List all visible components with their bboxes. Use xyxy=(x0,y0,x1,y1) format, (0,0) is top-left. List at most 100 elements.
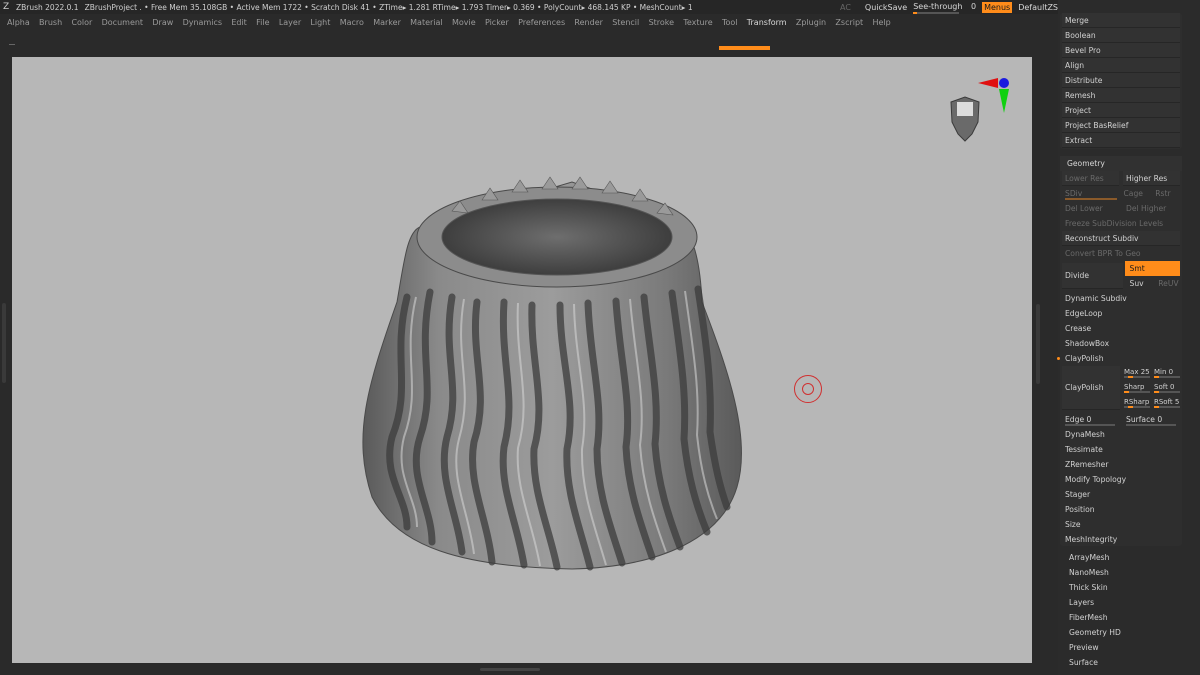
menu-dynamics[interactable]: Dynamics xyxy=(183,18,222,27)
menu-stroke[interactable]: Stroke xyxy=(649,18,675,27)
distribute-button[interactable]: Distribute xyxy=(1062,73,1180,88)
active-dot-icon xyxy=(1057,357,1060,360)
subpalette-nanomesh[interactable]: NanoMesh xyxy=(1060,565,1182,580)
menu-help[interactable]: Help xyxy=(873,18,891,27)
zbrush-logo-icon: Z xyxy=(3,2,10,12)
menu-transform[interactable]: Transform xyxy=(747,18,787,27)
zremesher-button[interactable]: ZRemesher xyxy=(1060,457,1182,472)
menu-edit[interactable]: Edit xyxy=(231,18,247,27)
tessimate-button[interactable]: Tessimate xyxy=(1060,442,1182,457)
menu-stencil[interactable]: Stencil xyxy=(612,18,639,27)
rsharp-slider[interactable]: RSharp xyxy=(1124,398,1150,408)
sharp-slider[interactable]: Sharp xyxy=(1124,383,1150,393)
menu-light[interactable]: Light xyxy=(310,18,330,27)
rsoft-slider[interactable]: RSoft 5 xyxy=(1154,398,1180,408)
boolean-button[interactable]: Boolean xyxy=(1062,28,1180,43)
min-slider[interactable]: Min 0 xyxy=(1154,368,1180,378)
subpalette-fibermesh[interactable]: FiberMesh xyxy=(1060,610,1182,625)
menu-color[interactable]: Color xyxy=(71,18,92,27)
meshintegrity-button[interactable]: MeshIntegrity xyxy=(1060,532,1182,547)
status-text: ZBrushProject . • Free Mem 35.108GB • Ac… xyxy=(84,2,693,12)
vase-model xyxy=(362,176,743,571)
convert-bpr-button[interactable]: Convert BPR To Geo xyxy=(1060,246,1182,261)
menu-draw[interactable]: Draw xyxy=(152,18,173,27)
tool-palette: Merge Boolean Bevel Pro Align Distribute Reme… xyxy=(1057,0,1200,675)
subtool-actions-group: Merge Boolean Bevel Pro Align Distribute Reme… xyxy=(1060,13,1182,149)
app-title: ZBrush 2022.0.1 xyxy=(16,2,79,12)
higher-res-button[interactable]: Higher Res xyxy=(1123,171,1180,186)
left-marker xyxy=(9,44,15,45)
geometry-header[interactable]: Geometry xyxy=(1060,156,1182,171)
quicksave-button[interactable]: QuickSave xyxy=(865,3,907,12)
max-slider[interactable]: Max 25 xyxy=(1124,368,1150,378)
menu-marker[interactable]: Marker xyxy=(373,18,401,27)
reuv-button[interactable]: ReUV xyxy=(1153,276,1182,291)
bottom-shelf-grip[interactable] xyxy=(480,668,540,671)
merge-button[interactable]: Merge xyxy=(1062,13,1180,28)
del-lower-button[interactable]: Del Lower xyxy=(1060,201,1121,216)
shadowbox-button[interactable]: ShadowBox xyxy=(1060,336,1182,351)
menu-zplugin[interactable]: Zplugin xyxy=(796,18,826,27)
menu-macro[interactable]: Macro xyxy=(340,18,364,27)
subpalette-preview[interactable]: Preview xyxy=(1060,640,1182,655)
left-shelf-grip[interactable] xyxy=(2,303,6,383)
axis-gizmo[interactable] xyxy=(974,77,1014,117)
subpalette-arraymesh[interactable]: ArrayMesh xyxy=(1060,550,1182,565)
claypolish-button[interactable]: ClayPolish xyxy=(1062,366,1120,410)
rstr-button[interactable]: Rstr xyxy=(1150,186,1182,201)
canvas-viewport[interactable] xyxy=(12,57,1032,663)
freeze-subdivision-button[interactable]: Freeze SubDivision Levels xyxy=(1060,216,1182,231)
bevel-pro-button[interactable]: Bevel Pro xyxy=(1062,43,1180,58)
divide-button[interactable]: Divide xyxy=(1062,263,1123,289)
menu-layer[interactable]: Layer xyxy=(279,18,301,27)
menu-preferences[interactable]: Preferences xyxy=(518,18,565,27)
soft-slider[interactable]: Soft 0 xyxy=(1154,383,1180,393)
menu-document[interactable]: Document xyxy=(102,18,143,27)
remesh-button[interactable]: Remesh xyxy=(1062,88,1180,103)
menu-movie[interactable]: Movie xyxy=(452,18,476,27)
see-through-slider[interactable]: See-through 0 xyxy=(913,2,976,14)
smt-toggle[interactable]: Smt xyxy=(1124,261,1180,276)
stager-button[interactable]: Stager xyxy=(1060,487,1182,502)
subpalette-layers[interactable]: Layers xyxy=(1060,595,1182,610)
align-button[interactable]: Align xyxy=(1062,58,1180,73)
lower-res-button[interactable]: Lower Res xyxy=(1062,171,1119,186)
edgeloop-button[interactable]: EdgeLoop xyxy=(1060,306,1182,321)
menu-file[interactable]: File xyxy=(256,18,269,27)
sdiv-slider[interactable]: SDiv xyxy=(1060,186,1119,201)
reconstruct-subdiv-button[interactable]: Reconstruct Subdiv xyxy=(1062,231,1180,246)
geometry-group: Geometry Lower Res Higher Res SDiv Cage … xyxy=(1057,156,1182,547)
menu-texture[interactable]: Texture xyxy=(683,18,712,27)
del-higher-button[interactable]: Del Higher xyxy=(1121,201,1182,216)
claypolish-header[interactable]: ClayPolish xyxy=(1057,351,1182,366)
menu-tool[interactable]: Tool xyxy=(722,18,738,27)
cage-button[interactable]: Cage xyxy=(1119,186,1151,201)
menu-zscript[interactable]: Zscript xyxy=(835,18,863,27)
subpalette-geometry-hd[interactable]: Geometry HD xyxy=(1060,625,1182,640)
subpalette-surface[interactable]: Surface xyxy=(1060,655,1182,670)
menu-brush[interactable]: Brush xyxy=(39,18,62,27)
menu-bar: Alpha Brush Color Document Draw Dynamics Edit F… xyxy=(0,14,1058,31)
dynamesh-button[interactable]: DynaMesh xyxy=(1060,427,1182,442)
menu-alpha[interactable]: Alpha xyxy=(7,18,30,27)
edge-slider[interactable]: Edge 0 xyxy=(1060,412,1121,427)
size-button[interactable]: Size xyxy=(1060,517,1182,532)
crease-button[interactable]: Crease xyxy=(1060,321,1182,336)
menus-toggle-button[interactable]: Menus xyxy=(982,1,1013,13)
modify-topology-button[interactable]: Modify Topology xyxy=(1060,472,1182,487)
menu-material[interactable]: Material xyxy=(410,18,443,27)
menu-picker[interactable]: Picker xyxy=(485,18,509,27)
brush-cursor xyxy=(794,375,822,403)
menu-render[interactable]: Render xyxy=(574,18,602,27)
subpalette-thick-skin[interactable]: Thick Skin xyxy=(1060,580,1182,595)
extract-button[interactable]: Extract xyxy=(1062,133,1180,148)
right-shelf-grip[interactable] xyxy=(1036,304,1040,384)
dynamic-subdiv-button[interactable]: Dynamic Subdiv xyxy=(1060,291,1182,306)
position-button[interactable]: Position xyxy=(1060,502,1182,517)
project-basrelief-button[interactable]: Project BasRelief xyxy=(1062,118,1180,133)
left-shelf xyxy=(0,31,12,675)
surface-slider[interactable]: Surface 0 xyxy=(1121,412,1182,427)
project-button[interactable]: Project xyxy=(1062,103,1180,118)
suv-toggle[interactable]: Suv xyxy=(1125,276,1154,291)
ac-button[interactable]: AC xyxy=(840,3,851,12)
